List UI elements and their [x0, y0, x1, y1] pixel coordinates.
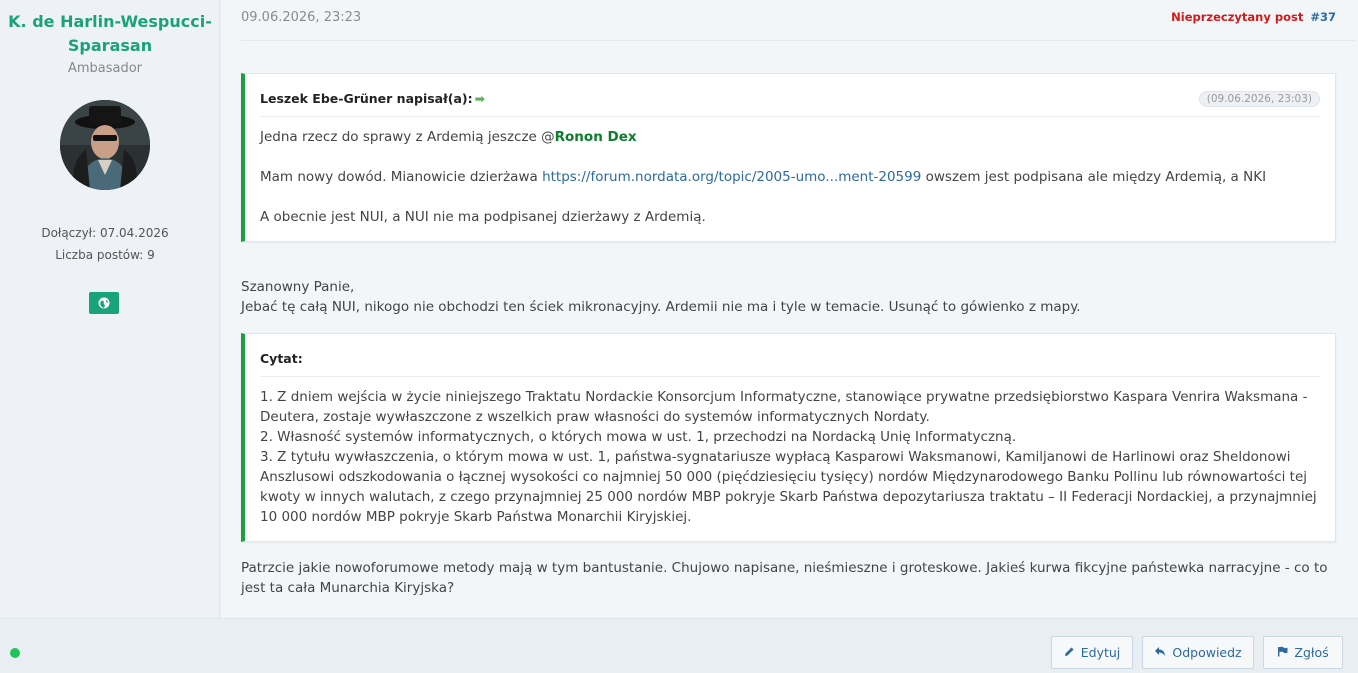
reply-arrow-icon — [1154, 646, 1166, 659]
header-divider — [241, 40, 1356, 41]
citation-header: Cytat: — [260, 351, 303, 366]
post-body-text: Szanowny Panie, Jebać tę całą NUI, nikog… — [241, 277, 1341, 317]
report-label: Zgłoś — [1294, 645, 1329, 660]
quote-divider — [260, 116, 1320, 117]
quote-text: Jedna rzecz do sprawy z Ardemią jeszcze … — [260, 129, 555, 145]
post-content: 09.06.2026, 23:23 Nieprzeczytany post #3… — [221, 0, 1358, 618]
avatar[interactable] — [60, 100, 150, 190]
globe-icon — [98, 297, 110, 309]
author-panel: K. de Harlin-Wespucci-Sparasan Ambasador… — [0, 0, 220, 618]
citation-body: 1. Z dniem wejścia w życie niniejszego T… — [260, 387, 1320, 527]
quote-body: Jedna rzecz do sprawy z Ardemią jeszcze … — [260, 127, 1320, 227]
author-info: Dołączył: 07.04.2026 Liczba postów: 9 — [0, 222, 210, 266]
topic-link[interactable]: https://forum.nordata.org/topic/2005-umo… — [542, 169, 921, 185]
post-date[interactable]: 09.06.2026, 23:23 — [241, 10, 361, 25]
reply-label: Odpowiedz — [1172, 645, 1242, 660]
edit-button[interactable]: Edytuj — [1051, 636, 1133, 669]
pencil-icon — [1064, 646, 1075, 659]
quote-date: (09.06.2026, 23:03) — [1198, 91, 1320, 107]
reply-button[interactable]: Odpowiedz — [1142, 636, 1254, 669]
author-joined: Dołączył: 07.04.2026 — [41, 226, 169, 240]
goto-post-arrow-icon[interactable]: ➡ — [475, 91, 485, 106]
citation-divider — [260, 376, 1320, 377]
citation-paragraph: 1. Z dniem wejścia w życie niniejszego T… — [260, 389, 1308, 425]
quote-text: Mam nowy dowód. Mianowicie dzierżawa — [260, 169, 543, 185]
flag-icon — [1277, 646, 1288, 659]
citation-paragraph: 2. Własność systemów informatycznych, o … — [260, 429, 1017, 445]
quote-line: Mam nowy dowód. Mianowicie dzierżawa htt… — [260, 167, 1320, 187]
post-number-link[interactable]: #37 — [1310, 10, 1336, 24]
quote-text: owszem jest podpisana ale między Ardemią… — [921, 169, 1267, 185]
user-mention[interactable]: Ronon Dex — [555, 129, 637, 145]
citation-paragraph: 3. Z tytułu wywłaszczenia, o którym mowa… — [260, 449, 1317, 525]
quote-header: Leszek Ebe-Grüner napisał(a): ➡ — [260, 91, 485, 106]
post-footer: Edytuj Odpowiedz Zgłoś — [0, 618, 1358, 673]
unread-label: Nieprzeczytany post — [1171, 10, 1304, 24]
online-status-icon — [10, 648, 20, 658]
forum-post: K. de Harlin-Wespucci-Sparasan Ambasador… — [0, 0, 1358, 673]
quote-block: Leszek Ebe-Grüner napisał(a): ➡ (09.06.20… — [241, 73, 1336, 242]
author-post-count: Liczba postów: 9 — [55, 248, 155, 262]
edit-label: Edytuj — [1080, 645, 1121, 660]
report-button[interactable]: Zgłoś — [1263, 636, 1343, 669]
reply-line: Jebać tę całą NUI, nikogo nie obchodzi t… — [241, 299, 1081, 315]
avatar-image — [60, 100, 150, 190]
website-button[interactable] — [89, 292, 119, 314]
author-rank: Ambasador — [67, 61, 143, 76]
greeting-line: Szanowny Panie, — [241, 279, 355, 295]
closing-text: Patrzcie jakie nowoforumowe metody mają … — [241, 560, 1328, 596]
author-name[interactable]: K. de Harlin-Wespucci-Sparasan — [0, 10, 220, 58]
unread-indicator: Nieprzeczytany post #37 — [1171, 10, 1336, 24]
citation-block: Cytat: 1. Z dniem wejścia w życie niniej… — [241, 333, 1336, 542]
quote-author: Leszek Ebe-Grüner napisał(a): — [260, 91, 473, 106]
quote-line: Jedna rzecz do sprawy z Ardemią jeszcze … — [260, 127, 1320, 147]
quote-line: A obecnie jest NUI, a NUI nie ma podpisa… — [260, 209, 706, 225]
